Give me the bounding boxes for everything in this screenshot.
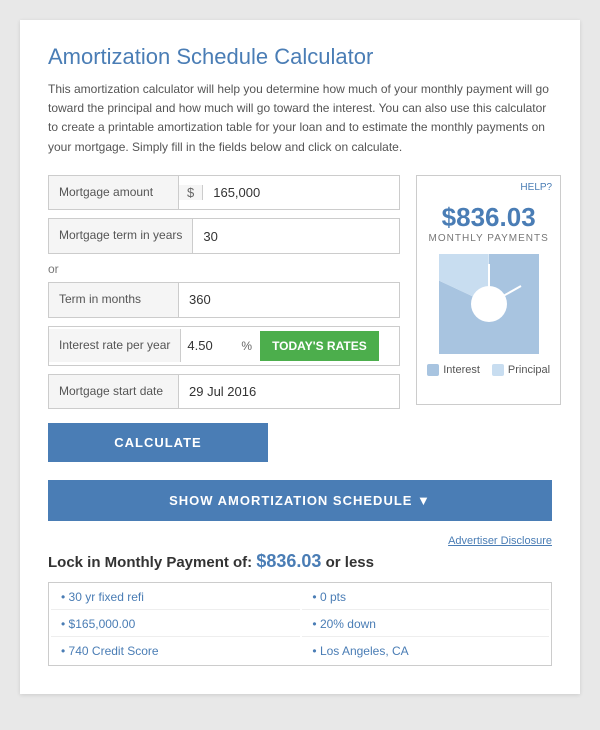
bullet-icon <box>61 590 69 604</box>
start-date-input[interactable] <box>179 375 399 408</box>
lock-left-2-text: $165,000.00 <box>69 617 136 631</box>
lock-item-right-1: 0 pts <box>302 585 549 610</box>
interest-rate-row: Interest rate per year % TODAY'S RATES <box>48 326 400 366</box>
term-months-input[interactable] <box>179 283 399 316</box>
mortgage-amount-label: Mortgage amount <box>49 176 179 210</box>
show-schedule-button[interactable]: SHOW AMORTIZATION SCHEDULE ▼ <box>48 480 552 521</box>
lock-right-2-text: 20% down <box>320 617 376 631</box>
principal-legend: Principal <box>492 364 550 376</box>
main-row: Mortgage amount $ Mortgage term in years… <box>48 175 552 462</box>
advertiser-row: Advertiser Disclosure <box>48 535 552 547</box>
lock-table: 30 yr fixed refi 0 pts $165,000.00 20% d… <box>48 582 552 666</box>
table-row: 740 Credit Score Los Angeles, CA <box>51 639 549 663</box>
interest-rate-suffix: % <box>241 339 256 353</box>
pie-legend: Interest Principal <box>427 364 550 376</box>
pie-chart <box>439 254 539 354</box>
mortgage-term-years-input[interactable] <box>193 220 399 253</box>
interest-rate-input[interactable] <box>181 329 241 362</box>
mortgage-amount-row: Mortgage amount $ <box>48 175 400 211</box>
lock-right-1-text: 0 pts <box>320 590 346 604</box>
interest-rate-label: Interest rate per year <box>49 329 181 363</box>
lock-item-left-1: 30 yr fixed refi <box>51 585 300 610</box>
mortgage-term-years-label: Mortgage term in years <box>49 219 193 253</box>
bullet-icon <box>312 617 320 631</box>
bullet-icon <box>312 590 320 604</box>
lock-right-3-text: Los Angeles, CA <box>320 644 409 658</box>
monthly-amount: $836.03 <box>427 202 550 233</box>
interest-legend-label: Interest <box>443 364 480 376</box>
lock-item-left-3: 740 Credit Score <box>51 639 300 663</box>
interest-input-wrapper: % TODAY'S RATES <box>181 327 399 365</box>
start-date-label: Mortgage start date <box>49 375 179 409</box>
principal-color-dot <box>492 364 504 376</box>
lock-amount: $836.03 <box>256 551 321 571</box>
or-label: or <box>48 262 400 276</box>
form-section: Mortgage amount $ Mortgage term in years… <box>48 175 400 462</box>
todays-rates-button[interactable]: TODAY'S RATES <box>260 331 379 361</box>
lock-title-prefix: Lock in Monthly Payment of: <box>48 554 252 571</box>
interest-color-dot <box>427 364 439 376</box>
lock-suffix: or less <box>326 554 374 571</box>
mortgage-amount-input[interactable] <box>203 176 399 209</box>
pie-chart-container <box>427 254 550 354</box>
start-date-row: Mortgage start date <box>48 374 400 410</box>
help-link[interactable]: HELP? <box>520 182 552 193</box>
page-description: This amortization calculator will help y… <box>48 80 552 157</box>
lock-item-right-3: Los Angeles, CA <box>302 639 549 663</box>
result-panel: HELP? $836.03 MONTHLY PAYMENTS <box>416 175 561 405</box>
calculate-button[interactable]: CALCULATE <box>48 423 268 462</box>
table-row: 30 yr fixed refi 0 pts <box>51 585 549 610</box>
lock-section: Advertiser Disclosure Lock in Monthly Pa… <box>48 535 552 674</box>
principal-legend-label: Principal <box>508 364 550 376</box>
interest-legend: Interest <box>427 364 480 376</box>
advertiser-disclosure-link[interactable]: Advertiser Disclosure <box>448 535 552 547</box>
bullet-icon <box>61 617 69 631</box>
lock-item-left-2: $165,000.00 <box>51 612 300 637</box>
lock-left-1-text: 30 yr fixed refi <box>69 590 144 604</box>
lock-left-3-text: 740 Credit Score <box>69 644 159 658</box>
mortgage-term-years-row: Mortgage term in years <box>48 218 400 254</box>
term-months-row: Term in months <box>48 282 400 318</box>
monthly-label: MONTHLY PAYMENTS <box>427 233 550 244</box>
mortgage-amount-prefix: $ <box>179 185 203 200</box>
main-card: Amortization Schedule Calculator This am… <box>20 20 580 694</box>
bullet-icon <box>61 644 69 658</box>
page-title: Amortization Schedule Calculator <box>48 44 552 70</box>
table-row: $165,000.00 20% down <box>51 612 549 637</box>
lock-title: Lock in Monthly Payment of: $836.03 or l… <box>48 551 552 572</box>
bullet-icon <box>312 644 320 658</box>
term-months-label: Term in months <box>49 283 179 317</box>
lock-item-right-2: 20% down <box>302 612 549 637</box>
